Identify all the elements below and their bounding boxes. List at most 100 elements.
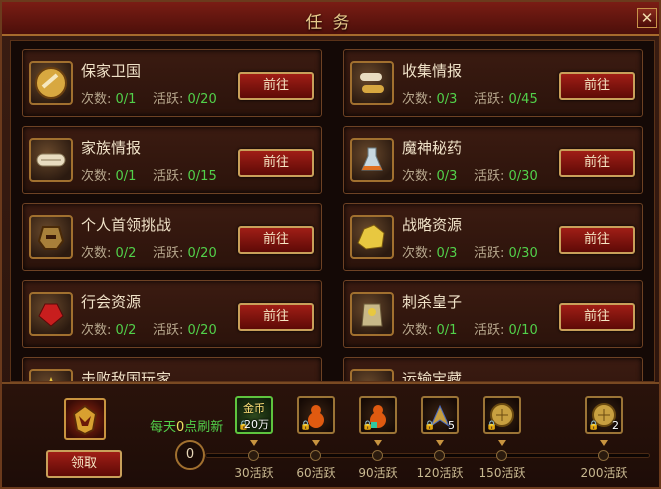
task-name: 收集情报 [402, 62, 463, 80]
go-button[interactable]: 前往 [559, 226, 635, 254]
milestone-label: 30活跃 [234, 466, 274, 480]
go-button[interactable]: 前往 [559, 303, 635, 331]
reward-slot[interactable]: 🔒 金币 20万 [235, 396, 273, 434]
active-label: 活跃: [152, 246, 184, 261]
count-value: 0/3 [436, 92, 458, 107]
red-gem-icon [29, 292, 73, 336]
reward-slot[interactable]: 🔒 2 [585, 396, 623, 434]
count-value: 0/1 [115, 92, 137, 107]
count-label: 次数: [81, 323, 112, 338]
milestone-label: 60活跃 [296, 466, 336, 480]
task-name: 运输宝藏 [402, 370, 463, 382]
task-card: 个人首领挑战 次数: 0/2 活跃: 0/20 前往 [22, 203, 322, 271]
active-label: 活跃: [473, 246, 505, 261]
count-label: 次数: [402, 169, 433, 184]
task-card: 家族情报次数: 0/1 活跃: 0/15 前往 [22, 126, 322, 194]
sack-icon [350, 292, 394, 336]
lock-icon: 🔒 [486, 421, 498, 431]
task-name: 家族情报 [81, 139, 142, 157]
active-value: 0/20 [187, 323, 217, 338]
milestone-pointer [436, 440, 444, 446]
lock-icon: 🔒 [588, 421, 600, 431]
activity-progress-track [205, 450, 650, 461]
task-stats: 次数: 0/2 活跃: 0/20 [81, 242, 217, 261]
go-button[interactable]: 前往 [559, 149, 635, 177]
count-label: 次数: [402, 323, 433, 338]
task-card: 行会资源次数: 0/2 活跃: 0/20 前往 [22, 280, 322, 348]
task-card: 刺杀皇子次数: 0/1 活跃: 0/10 前往 [343, 280, 643, 348]
lock-icon: 🔒 [362, 421, 374, 431]
count-label: 次数: [402, 92, 433, 107]
active-label: 活跃: [152, 323, 184, 338]
medal-icon [29, 61, 73, 105]
task-stats: 次数: 0/3 活跃: 0/30 [402, 242, 538, 261]
task-list[interactable]: 保家卫国 次数: 0/1 活跃: 0/20 前往 收集情报 次数: 0/3 活跃: 0/… [10, 40, 655, 382]
refresh-prefix: 每天 [150, 420, 177, 435]
task-card: 保家卫国次数: 0/1 活跃: 0/20 前往 [22, 49, 322, 117]
gold-ore-icon [350, 215, 394, 259]
milestone-label: 90活跃 [358, 466, 398, 480]
active-label: 活跃: [473, 323, 505, 338]
task-name: 行会资源 [81, 293, 142, 311]
count-label: 次数: [81, 92, 112, 107]
task-stats: 次数: 0/3 活跃: 0/45 [402, 88, 538, 107]
count-value: 0/3 [436, 246, 458, 261]
task-stats: 次数: 0/1 活跃: 0/20 [81, 88, 217, 107]
go-button[interactable]: 前往 [238, 149, 314, 177]
milestone-pointer [498, 440, 506, 446]
count-value: 0/2 [115, 323, 137, 338]
task-window: 任务 ✕ 保家卫国 次数: 0/1 活跃: 0/20 前往 收集情报 次数: 0/3 活… [0, 0, 661, 489]
active-label: 活跃: [152, 92, 184, 107]
milestone-pointer [374, 440, 382, 446]
milestone-pointer [250, 440, 258, 446]
active-value: 0/10 [508, 323, 538, 338]
task-name: 战略资源 [402, 216, 463, 234]
task-card: 魔神秘药 次数: 0/3 活跃: 0/30 前往 [343, 126, 643, 194]
milestone-dot [434, 450, 445, 461]
claim-button[interactable]: 领取 [46, 450, 122, 478]
reward-slot[interactable]: 🔒 [359, 396, 397, 434]
cart-icon [350, 369, 394, 381]
activity-reward-bar: 领取 每天0点刷新 0 🔒 金币 20万 30活跃 🔒 60活跃 🔒 90活跃 🔒 5 120活跃 🔒… [2, 382, 659, 487]
go-button[interactable]: 前往 [238, 226, 314, 254]
go-button[interactable]: 前往 [238, 303, 314, 331]
task-stats: 次数: 0/2 活跃: 0/20 [81, 319, 217, 338]
reward-slot[interactable]: 🔒 5 [421, 396, 459, 434]
reward-slot[interactable]: 🔒 [483, 396, 521, 434]
go-button[interactable]: 前往 [238, 72, 314, 100]
task-card: 击败敌国玩家 [22, 357, 322, 381]
count-value: 0/2 [115, 246, 137, 261]
reward-slot[interactable]: 🔒 [297, 396, 335, 434]
milestone-label: 200活跃 [580, 466, 628, 480]
task-card: 战略资源次数: 0/3 活跃: 0/30 前往 [343, 203, 643, 271]
go-button[interactable]: 前往 [559, 72, 635, 100]
active-value: 0/20 [187, 92, 217, 107]
close-button[interactable]: ✕ [637, 8, 657, 28]
milestone-label: 120活跃 [416, 466, 464, 480]
active-value: 0/30 [508, 169, 538, 184]
count-label: 次数: [402, 246, 433, 261]
active-value: 0/45 [508, 92, 538, 107]
refresh-suffix: 点刷新 [184, 420, 224, 435]
reward-count: 5 [448, 419, 455, 432]
refresh-note: 每天0点刷新 [150, 416, 223, 435]
potion-icon [350, 138, 394, 182]
milestone-pointer [312, 440, 320, 446]
milestone-dot [598, 450, 609, 461]
task-card: 运输宝藏 [343, 357, 643, 382]
task-name: 保家卫国 [81, 62, 142, 80]
reward-count: 2 [612, 419, 619, 432]
task-card: 收集情报次数: 0/3 活跃: 0/45 前往 [343, 49, 643, 117]
current-activity-value: 0 [175, 440, 205, 470]
count-value: 0/1 [436, 323, 458, 338]
milestone-dot [310, 450, 321, 461]
active-label: 活跃: [152, 169, 184, 184]
active-value: 0/15 [187, 169, 217, 184]
task-name: 刺杀皇子 [402, 293, 463, 311]
count-label: 次数: [81, 169, 112, 184]
count-value: 0/3 [436, 169, 458, 184]
milestone-label: 150活跃 [478, 466, 526, 480]
milestone-pointer [600, 440, 608, 446]
task-stats: 次数: 0/1 活跃: 0/15 [81, 165, 217, 184]
task-stats: 次数: 0/1 活跃: 0/10 [402, 319, 538, 338]
